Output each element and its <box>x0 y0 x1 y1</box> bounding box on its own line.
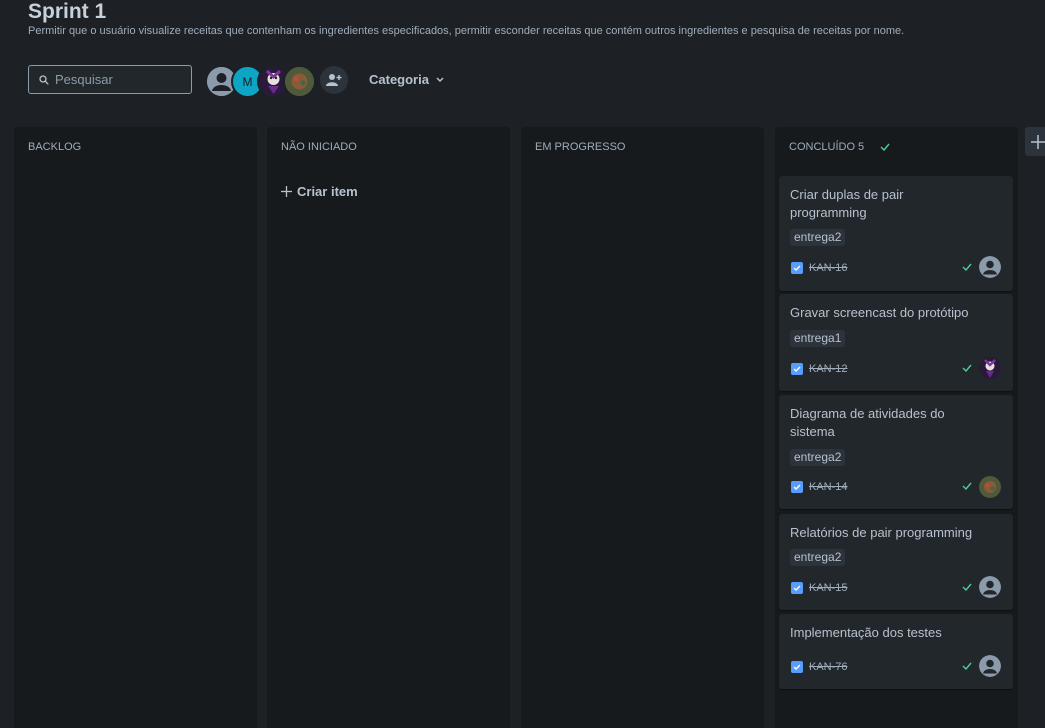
chevron-down-icon <box>436 76 444 82</box>
default-avatar-icon[interactable] <box>979 256 1001 278</box>
issue-card[interactable]: Criar duplas de pair programming entrega… <box>779 176 1013 291</box>
issue-key[interactable]: KAN-16 <box>809 262 848 274</box>
default-avatar-icon[interactable] <box>979 655 1001 677</box>
user-photo-avatar[interactable] <box>283 65 316 98</box>
search-input[interactable] <box>55 72 175 87</box>
issue-card[interactable]: Diagrama de atividades do sistema entreg… <box>779 395 1013 509</box>
done-check-icon <box>962 364 972 372</box>
issue-key[interactable]: KAN-15 <box>809 582 848 594</box>
column-title: EM PROGRESSO <box>535 141 626 153</box>
card-footer: KAN-16 <box>791 262 848 274</box>
card-tag: entrega2 <box>790 449 846 466</box>
card-tag: entrega2 <box>790 549 846 566</box>
user-photo-avatar[interactable] <box>979 476 1001 498</box>
user-photo-avatar[interactable] <box>979 357 1001 379</box>
card-footer: KAN-76 <box>791 661 848 673</box>
column-header: EM PROGRESSO <box>535 141 625 153</box>
done-check-icon <box>962 662 972 670</box>
issue-key[interactable]: KAN-12 <box>809 363 848 375</box>
card-footer: KAN-14 <box>791 481 848 493</box>
done-check-icon <box>962 482 972 490</box>
page-title: Sprint 1 <box>28 0 107 23</box>
add-people-button[interactable] <box>320 66 348 94</box>
card-title: Criar duplas de pair programming <box>790 187 904 220</box>
column-em-progresso: EM PROGRESSO <box>521 127 764 728</box>
add-column-button[interactable] <box>1025 127 1045 156</box>
avatar-initial: M <box>242 74 253 89</box>
check-icon <box>880 143 890 151</box>
card-footer: KAN-15 <box>791 582 848 594</box>
issue-card[interactable]: Implementação dos testes KAN-76 <box>779 614 1013 689</box>
issue-card[interactable]: Relatórios de pair programming entrega2 … <box>779 514 1013 610</box>
issue-type-checkbox-icon <box>791 363 803 375</box>
column-header: NÃO INICIADO <box>281 141 357 153</box>
issue-type-checkbox-icon <box>791 481 803 493</box>
card-title: Implementação dos testes <box>790 625 942 640</box>
search-box[interactable] <box>28 65 192 94</box>
category-label: Categoria <box>369 72 429 87</box>
issue-type-checkbox-icon <box>791 262 803 274</box>
default-avatar-icon[interactable] <box>979 576 1001 598</box>
card-footer: KAN-12 <box>791 363 848 375</box>
search-icon <box>39 74 49 85</box>
create-item-button[interactable]: Criar item <box>281 184 358 199</box>
plus-icon <box>281 186 292 197</box>
issue-type-checkbox-icon <box>791 582 803 594</box>
column-nao-iniciado: NÃO INICIADO Criar item <box>267 127 510 728</box>
column-header: CONCLUÍDO 5 <box>789 141 890 153</box>
page-subtitle: Permitir que o usuário visualize receita… <box>28 25 905 37</box>
card-tag: entrega2 <box>790 229 846 246</box>
add-user-icon <box>326 74 342 86</box>
card-tag: entrega1 <box>790 330 846 347</box>
card-title: Relatórios de pair programming <box>790 525 973 540</box>
category-filter[interactable]: Categoria <box>369 72 444 87</box>
done-check-icon <box>962 263 972 271</box>
plus-icon <box>1031 134 1045 149</box>
issue-key[interactable]: KAN-76 <box>809 661 848 673</box>
card-title: Diagrama de atividades do sistema <box>790 406 945 439</box>
column-title: NÃO INICIADO <box>281 141 357 153</box>
done-check-icon <box>962 583 972 591</box>
card-title: Gravar screencast do protótipo <box>790 305 969 320</box>
create-item-label: Criar item <box>297 184 358 199</box>
issue-type-checkbox-icon <box>791 661 803 673</box>
column-title: BACKLOG <box>28 141 82 153</box>
column-concluido: CONCLUÍDO 5 Criar duplas de pair program… <box>775 127 1018 728</box>
column-header: BACKLOG <box>28 141 81 153</box>
column-title: CONCLUÍDO 5 <box>789 141 865 153</box>
issue-card[interactable]: Gravar screencast do protótipo entrega1 … <box>779 294 1013 391</box>
column-backlog: BACKLOG <box>14 127 257 728</box>
issue-key[interactable]: KAN-14 <box>809 481 848 493</box>
